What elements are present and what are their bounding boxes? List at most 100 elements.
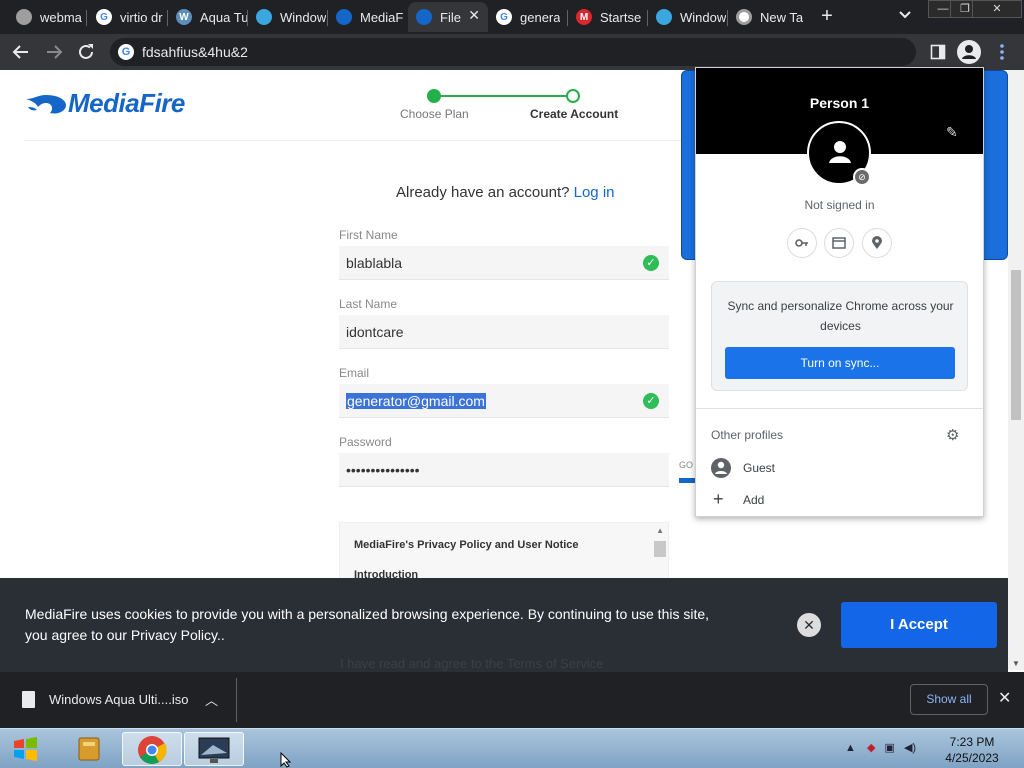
last-name-field[interactable]: idontcare bbox=[339, 315, 669, 349]
side-panel-icon[interactable] bbox=[930, 44, 946, 60]
edge-icon bbox=[256, 9, 272, 25]
signup-steps: Choose Plan Create Account bbox=[400, 88, 630, 128]
addresses-pin-icon[interactable] bbox=[862, 228, 892, 258]
mediafire-logo[interactable]: MediaFire bbox=[24, 88, 185, 119]
turn-on-sync-button[interactable]: Turn on sync... bbox=[725, 347, 955, 379]
forward-arrow-icon[interactable] bbox=[43, 41, 65, 63]
tab-file-active[interactable]: File ✕ bbox=[408, 2, 488, 32]
taskbar-chrome[interactable] bbox=[122, 732, 182, 766]
wordpress-icon: W bbox=[176, 9, 192, 25]
login-prompt-text: Already have an account? bbox=[396, 184, 570, 201]
guest-avatar-icon[interactable] bbox=[711, 458, 731, 478]
download-separator bbox=[236, 678, 237, 722]
accept-cookies-button[interactable]: I Accept bbox=[841, 602, 997, 648]
password-field[interactable]: ••••••••••••••• bbox=[339, 453, 669, 487]
profile-avatar-button[interactable] bbox=[957, 40, 981, 64]
security-shield-icon[interactable]: ◆ bbox=[867, 742, 875, 754]
cookie-banner: MediaFire uses cookies to provide you wi… bbox=[0, 578, 1008, 672]
taskbar-remote-desktop[interactable] bbox=[184, 732, 244, 766]
sync-paused-icon: ⊘ bbox=[853, 168, 871, 186]
tab-strip: webma G virtio dr W Aqua Tu Window Media… bbox=[0, 0, 1024, 34]
volume-icon[interactable]: ◀) bbox=[904, 742, 916, 754]
back-arrow-icon[interactable] bbox=[10, 41, 32, 63]
taskbar-clock[interactable]: 7:23 PM 4/25/2023 bbox=[936, 734, 1008, 766]
first-name-value: blablabla bbox=[346, 254, 403, 271]
address-text: fdsahfius&4hu&2 bbox=[142, 44, 248, 60]
progress-line bbox=[434, 95, 574, 97]
windows-start-icon[interactable] bbox=[8, 733, 42, 765]
chevron-up-icon[interactable]: ︿ bbox=[205, 690, 218, 709]
mega-icon: M bbox=[576, 9, 592, 25]
mouse-cursor-icon bbox=[280, 752, 292, 768]
edit-pencil-icon[interactable]: ✎ bbox=[946, 124, 958, 141]
logo-text: MediaFire bbox=[68, 88, 185, 118]
edge-icon bbox=[656, 9, 672, 25]
step-label-account: Create Account bbox=[530, 107, 619, 121]
scroll-up-arrow-icon[interactable]: ▲ bbox=[656, 526, 664, 535]
google-icon: G bbox=[118, 44, 134, 60]
close-tab-icon[interactable]: ✕ bbox=[468, 7, 480, 24]
screen: { "tabs": [ {"label": "webma", "icon": "… bbox=[0, 0, 1024, 768]
login-link[interactable]: Log in bbox=[574, 184, 615, 201]
download-bar: Windows Aqua Ulti....iso ︿ Show all ✕ bbox=[0, 672, 1024, 728]
monitor-icon bbox=[198, 737, 230, 763]
tab-mediafire[interactable]: MediaF bbox=[328, 2, 408, 32]
add-profile-item[interactable]: Add bbox=[743, 493, 764, 507]
webmail-icon bbox=[16, 9, 32, 25]
privacy-scrollbar-thumb[interactable] bbox=[654, 541, 666, 557]
agree-checkbox-label: I have read and agree to the Terms of Se… bbox=[340, 656, 604, 671]
tray-expand-icon[interactable]: ▲ bbox=[845, 742, 856, 754]
tab-label: genera bbox=[520, 9, 561, 25]
password-strength-bar bbox=[679, 478, 695, 483]
tab-virtio[interactable]: G virtio dr bbox=[88, 2, 168, 32]
tab-new-tab[interactable]: New Ta bbox=[728, 2, 808, 32]
window-close-button[interactable]: ✕ bbox=[972, 0, 1022, 18]
step-dot-current bbox=[566, 89, 580, 103]
tab-generator[interactable]: G genera bbox=[488, 2, 568, 32]
kebab-menu-icon[interactable] bbox=[996, 42, 1008, 62]
taskbar-explorer[interactable] bbox=[58, 732, 118, 766]
page-scrollbar-thumb[interactable] bbox=[1011, 270, 1021, 420]
login-prompt: Already have an account? Log in bbox=[396, 184, 615, 201]
tab-windows-1[interactable]: Window bbox=[248, 2, 328, 32]
tab-label: Startse bbox=[600, 9, 642, 25]
manage-profiles-gear-icon[interactable]: ⚙ bbox=[946, 426, 959, 444]
email-label: Email bbox=[339, 366, 370, 380]
reload-icon[interactable] bbox=[75, 41, 97, 63]
tab-aqua[interactable]: W Aqua Tu bbox=[168, 2, 248, 32]
close-download-bar-icon[interactable]: ✕ bbox=[998, 688, 1011, 708]
first-name-field[interactable]: blablabla ✓ bbox=[339, 246, 669, 280]
scroll-down-arrow-icon[interactable]: ▼ bbox=[1012, 659, 1020, 668]
address-bar[interactable]: G fdsahfius&4hu&2 bbox=[110, 38, 916, 66]
signin-status: Not signed in bbox=[804, 198, 875, 212]
payment-card-icon[interactable] bbox=[824, 228, 854, 258]
folder-icon bbox=[78, 737, 100, 761]
password-label: Password bbox=[339, 435, 392, 449]
password-value: ••••••••••••••• bbox=[346, 461, 420, 478]
mediafire-icon bbox=[416, 9, 432, 25]
mediafire-flame-icon bbox=[26, 94, 66, 114]
tab-startseite[interactable]: M Startse bbox=[568, 2, 648, 32]
privacy-policy-box[interactable]: MediaFire's Privacy Policy and User Noti… bbox=[339, 522, 669, 582]
step-dot-complete bbox=[427, 89, 441, 103]
tab-windows-2[interactable]: Window bbox=[648, 2, 728, 32]
page-scrollbar[interactable]: ▼ bbox=[1008, 70, 1024, 670]
first-name-label: First Name bbox=[339, 228, 398, 242]
chrome-icon bbox=[736, 9, 752, 25]
valid-check-icon: ✓ bbox=[643, 255, 659, 271]
show-all-button[interactable]: Show all bbox=[910, 684, 988, 715]
add-plus-icon[interactable]: + bbox=[713, 490, 724, 508]
new-tab-plus-icon[interactable]: + bbox=[816, 5, 838, 27]
guest-profile-item[interactable]: Guest bbox=[743, 461, 775, 475]
system-tray: ▲ ◆ ▣ ◀) bbox=[845, 741, 916, 754]
tab-search-chevron-icon[interactable] bbox=[896, 6, 914, 24]
email-field[interactable]: generator@gmail.com ✓ bbox=[339, 384, 669, 418]
network-icon[interactable]: ▣ bbox=[884, 742, 894, 754]
passwords-key-icon[interactable] bbox=[787, 228, 817, 258]
valid-check-icon: ✓ bbox=[643, 393, 659, 409]
cookie-close-icon[interactable]: ✕ bbox=[797, 613, 821, 637]
tab-webmail[interactable]: webma bbox=[8, 2, 87, 32]
person-icon bbox=[829, 141, 851, 163]
google-icon: G bbox=[496, 9, 512, 25]
download-filename[interactable]: Windows Aqua Ulti....iso bbox=[49, 692, 188, 707]
